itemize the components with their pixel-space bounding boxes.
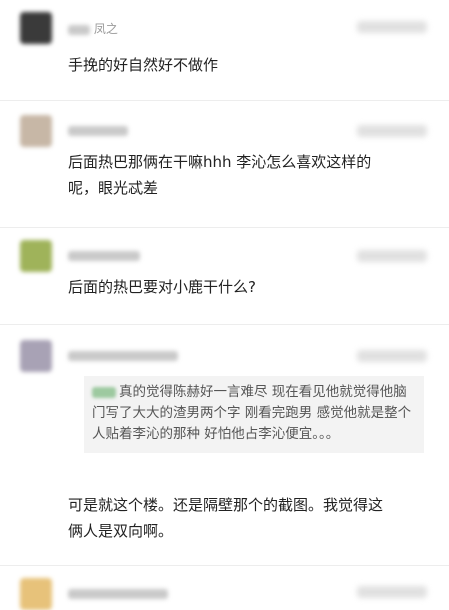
username[interactable]: [68, 348, 178, 362]
comment-text: 后面的热巴要对小鹿干什么?: [68, 278, 256, 296]
comment-item: [0, 570, 449, 610]
comment-item: 凤之 手挽的好自然好不做作: [0, 0, 449, 95]
comment-meta: [357, 350, 427, 362]
comment-meta: [357, 586, 427, 598]
divider: [0, 100, 449, 101]
comment-item: 后面的热巴要对小鹿干什么?: [0, 230, 449, 320]
comment-meta: [357, 21, 427, 33]
avatar[interactable]: [20, 240, 52, 272]
divider: [0, 227, 449, 228]
comment-text: 可是就这个楼。还是隔壁那个的截图。我觉得这俩人是双向啊。: [68, 496, 384, 540]
quote-user-tag: [92, 386, 116, 398]
comment-item: 后面热巴那俩在干嘛hhh 李沁怎么喜欢这样的呢，眼光忒差: [0, 105, 449, 225]
username[interactable]: 凤之: [68, 20, 118, 37]
comment-text: 后面热巴那俩在干嘛hhh 李沁怎么喜欢这样的呢，眼光忒差: [68, 153, 372, 197]
quoted-comment[interactable]: 真的觉得陈赫好一言难尽 现在看见他就觉得他脑门写了大大的渣男两个字 刚看完跑男 …: [84, 376, 424, 453]
username[interactable]: [68, 123, 128, 137]
divider: [0, 324, 449, 325]
divider: [0, 565, 449, 566]
avatar[interactable]: [20, 578, 52, 610]
comment-meta: [357, 125, 427, 137]
comment-meta: [357, 250, 427, 262]
comment-text: 手挽的好自然好不做作: [68, 56, 219, 74]
username[interactable]: [68, 586, 168, 600]
avatar[interactable]: [20, 340, 52, 372]
username[interactable]: [68, 248, 140, 262]
avatar[interactable]: [20, 115, 52, 147]
avatar[interactable]: [20, 12, 52, 44]
comment-item: 真的觉得陈赫好一言难尽 现在看见他就觉得他脑门写了大大的渣男两个字 刚看完跑男 …: [0, 330, 449, 565]
